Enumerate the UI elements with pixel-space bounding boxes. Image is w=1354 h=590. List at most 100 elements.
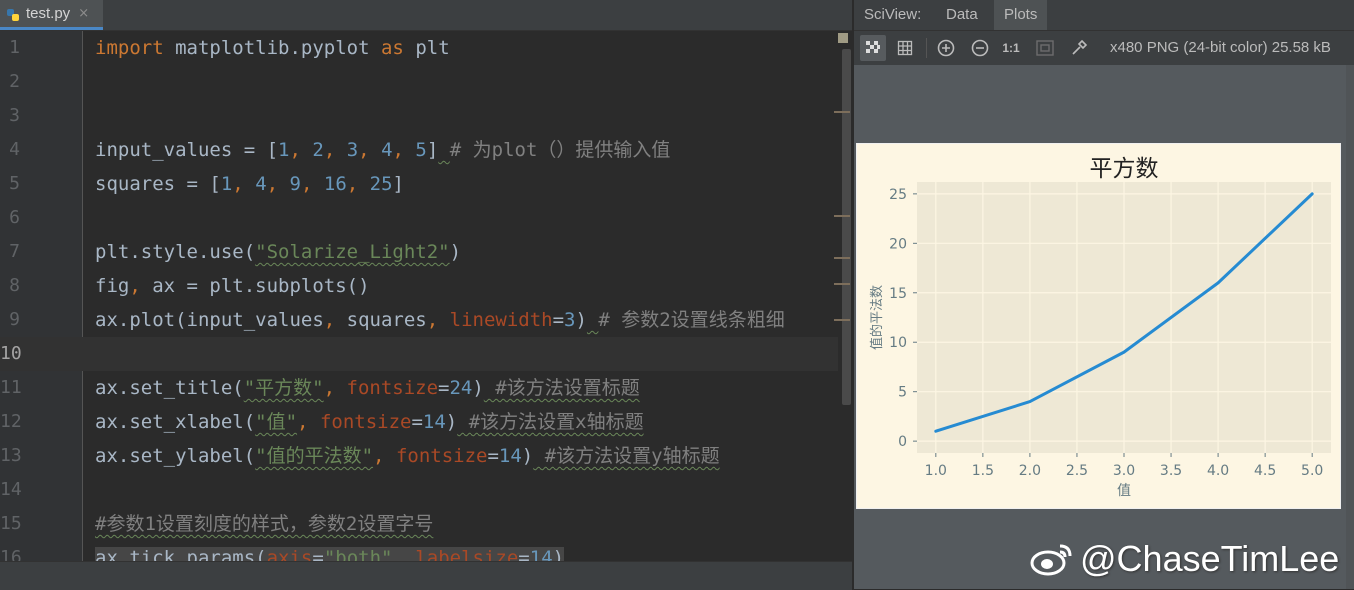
- code-token: 4: [255, 173, 267, 195]
- code-token: fontsize: [319, 411, 412, 433]
- code-token: 14: [498, 445, 522, 467]
- code-text: ax.set_xlabel("值", fontsize=14) #该方法设置x轴…: [95, 405, 644, 439]
- code-token: squares: [346, 309, 427, 331]
- editor-bottom-bar: [0, 561, 852, 590]
- code-token: ]: [426, 139, 439, 161]
- code-token: matplotlib.pyplot: [163, 37, 381, 59]
- line-number: 11: [0, 377, 22, 398]
- line-number: 15: [0, 513, 22, 534]
- code-text: #参数1设置刻度的样式，参数2设置字号: [95, 507, 433, 541]
- code-editor[interactable]: 1 import matplotlib.pyplot as plt 2 3 4 input…: [0, 31, 852, 561]
- code-token: 14: [529, 547, 553, 561]
- x-tick-label: 1.0: [925, 463, 947, 479]
- code-token: ax.set_title(: [95, 377, 244, 399]
- checkerboard-icon[interactable]: [860, 35, 886, 61]
- zoom-out-icon[interactable]: [967, 35, 993, 61]
- code-token: fontsize: [346, 377, 439, 399]
- code-text: plt.style.use("Solarize_Light2"): [95, 235, 461, 269]
- code-token: ]: [392, 173, 404, 195]
- inspection-status-icon[interactable]: [838, 33, 848, 43]
- code-token: 3: [346, 139, 359, 161]
- code-line[interactable]: 5 squares = [1, 4, 9, 16, 25]: [0, 167, 852, 201]
- line-number: 16: [0, 547, 22, 561]
- code-text: ax.tick_params(axis="both", labelsize=14…: [95, 541, 565, 561]
- watermark-text: @ChaseTimLee: [1080, 538, 1340, 579]
- code-token: ,: [426, 309, 450, 331]
- scroll-marker[interactable]: [834, 257, 850, 259]
- code-line[interactable]: 6: [0, 201, 852, 235]
- code-token: =: [487, 445, 499, 467]
- code-token: # 参数2设置线条粗细: [598, 309, 785, 331]
- code-line[interactable]: 12 ax.set_xlabel("值", fontsize=14) #该方法设置…: [0, 405, 852, 439]
- code-token: fig: [95, 275, 130, 297]
- code-line[interactable]: 7 plt.style.use("Solarize_Light2"): [0, 235, 852, 269]
- tab-test-py[interactable]: test.py ×: [0, 0, 103, 30]
- plot-viewer[interactable]: 1.0 1.5 2.0 2.5 3.0 3.5 4.0 4.5 5.0 0 5 10 15 20 25 平方数…: [854, 65, 1354, 589]
- tab-plots[interactable]: Plots: [994, 0, 1048, 30]
- grid-icon[interactable]: [892, 35, 918, 61]
- actual-size-icon[interactable]: 1:1: [998, 35, 1024, 61]
- x-tick-label: 4.5: [1254, 463, 1276, 479]
- code-line[interactable]: 13 ax.set_ylabel("值的平法数", fontsize=14) #该…: [0, 439, 852, 473]
- chart-title: 平方数: [1090, 156, 1159, 182]
- code-token: ,: [373, 445, 396, 467]
- code-line[interactable]: 15 #参数1设置刻度的样式，参数2设置字号: [0, 507, 852, 541]
- code-line[interactable]: 4 input_values = [1, 2, 3, 4, 5] # 为plot（…: [0, 133, 852, 167]
- x-tick-label: 3.5: [1160, 463, 1182, 479]
- code-token: ,: [323, 377, 347, 399]
- y-tick-label: 0: [898, 434, 907, 450]
- y-tick-label: 20: [889, 236, 907, 252]
- plot-viewer-scrollbar[interactable]: [1346, 65, 1354, 589]
- code-line[interactable]: 9 ax.plot(input_values, squares, linewidt…: [0, 303, 852, 337]
- code-token: ,: [358, 139, 382, 161]
- code-token: ,: [346, 173, 370, 195]
- code-token: import: [95, 37, 164, 59]
- editor-scrollbar-thumb[interactable]: [842, 49, 851, 405]
- code-line[interactable]: 10: [0, 337, 852, 371]
- code-text: input_values = [1, 2, 3, 4, 5] # 为plot（）…: [95, 133, 670, 167]
- scroll-marker[interactable]: [834, 215, 850, 217]
- code-token: =: [552, 309, 565, 331]
- code-line[interactable]: 8 fig, ax = plt.subplots(): [0, 269, 852, 303]
- code-token: ,: [289, 139, 313, 161]
- code-line[interactable]: 14: [0, 473, 852, 507]
- color-picker-icon[interactable]: [1066, 35, 1092, 61]
- line-number: 6: [9, 207, 20, 228]
- code-token: "值": [255, 411, 298, 433]
- plot-image[interactable]: 1.0 1.5 2.0 2.5 3.0 3.5 4.0 4.5 5.0 0 5 10 15 20 25 平方数…: [856, 143, 1341, 509]
- code-token: "Solarize_Light2": [255, 241, 450, 263]
- code-token: ax.plot(input_values: [95, 309, 324, 331]
- tab-data[interactable]: Data: [936, 0, 988, 30]
- code-token: ax.set_xlabel(: [95, 411, 256, 433]
- x-tick-label: 2.0: [1019, 463, 1041, 479]
- scroll-marker[interactable]: [834, 111, 850, 113]
- code-token: linewidth: [449, 309, 553, 331]
- code-line[interactable]: 16 ax.tick_params(axis="both", labelsize=…: [0, 541, 852, 561]
- code-token: ): [445, 411, 458, 433]
- scroll-marker[interactable]: [834, 283, 850, 285]
- code-token: ,: [297, 411, 320, 433]
- scroll-marker[interactable]: [834, 319, 850, 321]
- fit-icon[interactable]: [1032, 35, 1058, 61]
- python-file-icon: [6, 7, 20, 21]
- code-token: ,: [323, 309, 347, 331]
- code-text: import matplotlib.pyplot as plt: [95, 31, 450, 65]
- code-line[interactable]: 11 ax.set_title("平方数", fontsize=24) #该方法设…: [0, 371, 852, 405]
- code-token: ,: [323, 139, 347, 161]
- code-token: squares = [: [95, 173, 221, 195]
- code-token: ,: [266, 173, 290, 195]
- zoom-in-icon[interactable]: [933, 35, 959, 61]
- code-token: =: [312, 547, 324, 561]
- code-token: 3: [564, 309, 576, 331]
- code-line[interactable]: 1 import matplotlib.pyplot as plt: [0, 31, 852, 65]
- code-line[interactable]: 3: [0, 99, 852, 133]
- code-token: ): [521, 445, 534, 467]
- line-number: 12: [0, 411, 22, 432]
- close-icon[interactable]: ×: [78, 6, 89, 21]
- x-tick-label: 3.0: [1113, 463, 1135, 479]
- code-token: "both": [323, 547, 393, 561]
- line-number: 14: [0, 479, 22, 500]
- code-line[interactable]: 2: [0, 65, 852, 99]
- code-token: ,: [300, 173, 324, 195]
